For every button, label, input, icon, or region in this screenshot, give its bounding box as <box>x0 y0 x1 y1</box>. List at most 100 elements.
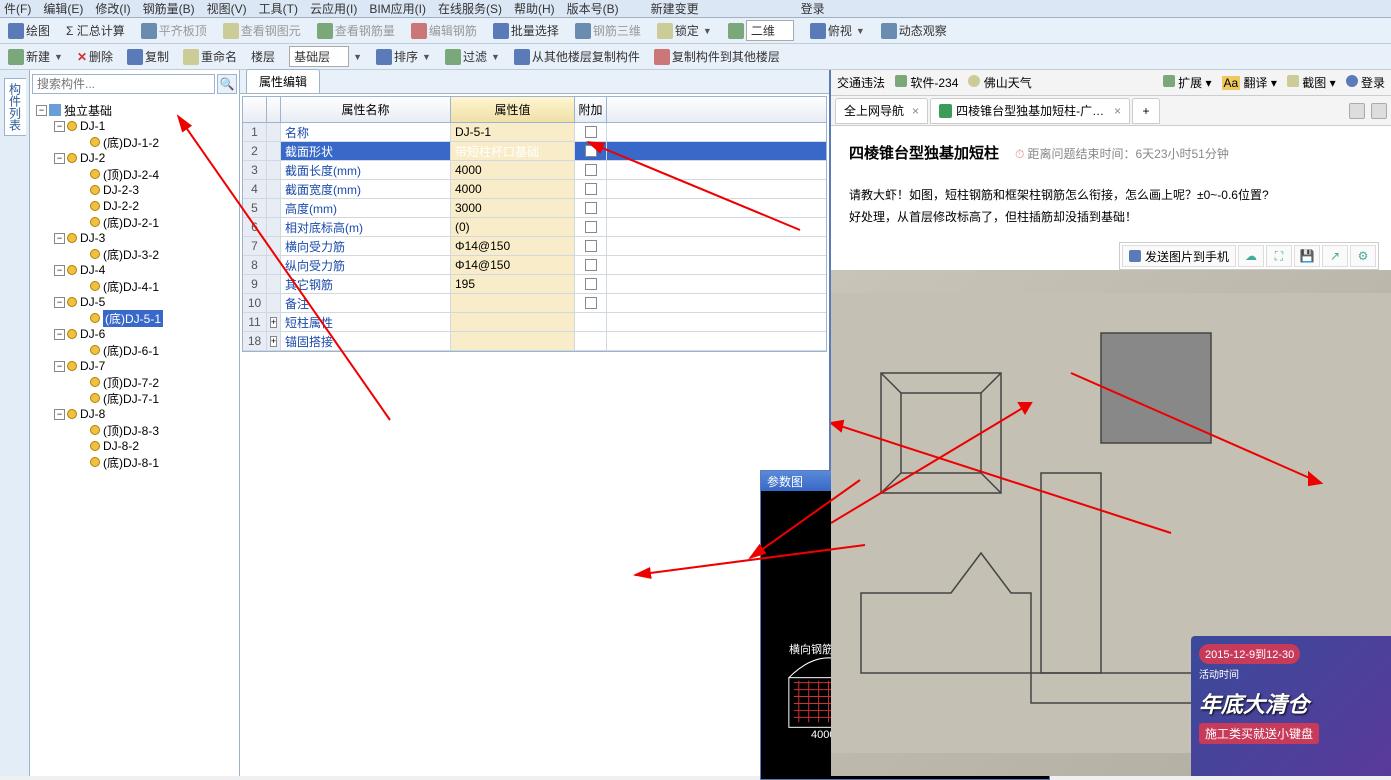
tree-item[interactable]: (底)DJ-1-2 <box>32 134 237 150</box>
link-software[interactable]: 软件-234 <box>895 74 958 91</box>
checkbox[interactable] <box>585 164 597 176</box>
tree-group[interactable]: −DJ-4 <box>32 262 237 278</box>
filter-button[interactable]: 过滤▼ <box>441 46 504 67</box>
tree-item[interactable]: DJ-2-3 <box>32 182 237 198</box>
tab-question[interactable]: 四棱锥台型独基加短柱-广联达× <box>930 98 1130 124</box>
copy-from-floor-button[interactable]: 从其他楼层复制构件 <box>510 46 644 67</box>
menu-modify[interactable]: 修改(I) <box>95 0 130 17</box>
property-row[interactable]: 18 + 锚固搭接 <box>243 332 826 351</box>
rebar-3d-button[interactable]: 钢筋三维 <box>571 20 645 41</box>
property-row[interactable]: 8 纵向受力筋 Φ14@150 <box>243 256 826 275</box>
tree-item[interactable]: (底)DJ-8-1 <box>32 454 237 470</box>
lock-button[interactable]: 锁定▼ <box>653 20 716 41</box>
property-row[interactable]: 7 横向受力筋 Φ14@150 <box>243 237 826 256</box>
tree-item[interactable]: (底)DJ-5-1 <box>32 310 237 326</box>
tree-group[interactable]: −DJ-6 <box>32 326 237 342</box>
expand-icon[interactable]: + <box>270 317 277 328</box>
component-list-tab[interactable]: 构件列表 <box>4 78 26 136</box>
component-tree[interactable]: −独立基础−DJ-1(底)DJ-1-2−DJ-2(顶)DJ-2-4DJ-2-3D… <box>30 98 239 776</box>
edit-rebar-button[interactable]: 编辑钢筋 <box>407 20 481 41</box>
copy-button[interactable]: 复制 <box>123 46 173 67</box>
btn-extensions[interactable]: 扩展 ▾ <box>1163 74 1212 91</box>
property-row[interactable]: 3 截面长度(mm) 4000 <box>243 161 826 180</box>
expand-icon[interactable]: + <box>270 336 277 347</box>
new-tab-button[interactable]: + <box>1132 98 1160 124</box>
menu-online[interactable]: 在线服务(S) <box>438 0 502 17</box>
tab-nav[interactable]: 全上网导航× <box>835 98 928 124</box>
batch-select-button[interactable]: 批量选择 <box>489 20 563 41</box>
checkbox[interactable] <box>585 145 597 157</box>
menu-cloud[interactable]: 云应用(I) <box>310 0 357 17</box>
tree-group[interactable]: −DJ-7 <box>32 358 237 374</box>
search-input[interactable] <box>32 74 215 94</box>
tree-group[interactable]: −DJ-1 <box>32 118 237 134</box>
btn-translate[interactable]: Aa 翻译 ▾ <box>1222 74 1277 91</box>
btn-screenshot[interactable]: 截图 ▾ <box>1287 74 1336 91</box>
menu-rebar[interactable]: 钢筋量(B) <box>143 0 195 17</box>
link-traffic[interactable]: 交通违法 <box>837 74 885 91</box>
tree-item[interactable]: DJ-2-2 <box>32 198 237 214</box>
tree-group[interactable]: −DJ-5 <box>32 294 237 310</box>
dynamic-view-button[interactable]: 动态观察 <box>877 20 951 41</box>
checkbox[interactable] <box>585 221 597 233</box>
menu-edit[interactable]: 编辑(E) <box>43 0 83 17</box>
btn-login[interactable]: 登录 <box>1346 74 1385 91</box>
checkbox[interactable] <box>585 183 597 195</box>
checkbox[interactable] <box>585 126 597 138</box>
menu-login[interactable]: 登录 <box>801 0 825 17</box>
property-row[interactable]: 4 截面宽度(mm) 4000 <box>243 180 826 199</box>
checkbox[interactable] <box>585 240 597 252</box>
tree-group[interactable]: −DJ-3 <box>32 230 237 246</box>
checkbox[interactable] <box>585 202 597 214</box>
tree-item[interactable]: (顶)DJ-7-2 <box>32 374 237 390</box>
menu-version[interactable]: 版本号(B) <box>567 0 619 17</box>
property-row[interactable]: 11 + 短柱属性 <box>243 313 826 332</box>
property-row[interactable]: 1 名称 DJ-5-1 <box>243 123 826 142</box>
search-button[interactable]: 🔍 <box>217 74 237 94</box>
tree-item[interactable]: (底)DJ-7-1 <box>32 390 237 406</box>
property-row[interactable]: 6 相对底标高(m) (0) <box>243 218 826 237</box>
align-button[interactable]: 平齐板顶 <box>137 20 211 41</box>
menu-view[interactable]: 视图(V) <box>207 0 247 17</box>
tab-menu-icon[interactable] <box>1371 103 1387 119</box>
dim-select[interactable]: 二维 <box>724 18 798 43</box>
settings-button[interactable]: ⚙ <box>1350 245 1376 267</box>
floor-select[interactable]: 基础层▼ <box>285 44 366 69</box>
link-weather[interactable]: 佛山天气 <box>968 74 1031 91</box>
sort-button[interactable]: 排序▼ <box>372 46 435 67</box>
advertisement[interactable]: 2015-12-9到12-30 活动时间 年底大清仓 施工类买就送小键盘 <box>1191 636 1391 776</box>
menu-help[interactable]: 帮助(H) <box>514 0 555 17</box>
tree-group[interactable]: −DJ-8 <box>32 406 237 422</box>
menu-tools[interactable]: 工具(T) <box>259 0 298 17</box>
sum-button[interactable]: Σ 汇总计算 <box>62 20 129 41</box>
share-button[interactable]: ↗ <box>1322 245 1348 267</box>
close-icon[interactable]: × <box>912 104 919 118</box>
close-icon[interactable]: × <box>1114 104 1121 118</box>
property-row[interactable]: 2 截面形状 带短柱杯口基础 <box>243 142 826 161</box>
checkbox[interactable] <box>585 278 597 290</box>
new-button[interactable]: 新建▼ <box>4 46 67 67</box>
rebar-qty-button[interactable]: 查看钢筋量 <box>313 20 399 41</box>
menu-bim[interactable]: BIM应用(I) <box>369 0 426 17</box>
tree-item[interactable]: (底)DJ-2-1 <box>32 214 237 230</box>
rename-button[interactable]: 重命名 <box>179 46 241 67</box>
delete-button[interactable]: ✕删除 <box>73 46 117 67</box>
property-row[interactable]: 10 备注 <box>243 294 826 313</box>
property-row[interactable]: 5 高度(mm) 3000 <box>243 199 826 218</box>
tree-item[interactable]: (底)DJ-6-1 <box>32 342 237 358</box>
attached-photo[interactable]: 2015-12-9到12-30 活动时间 年底大清仓 施工类买就送小键盘 <box>831 270 1391 776</box>
restore-tab-icon[interactable] <box>1349 103 1365 119</box>
tree-item[interactable]: (顶)DJ-2-4 <box>32 166 237 182</box>
tree-item[interactable]: (顶)DJ-8-3 <box>32 422 237 438</box>
tree-group[interactable]: −DJ-2 <box>32 150 237 166</box>
draw-button[interactable]: 绘图 <box>4 20 54 41</box>
tree-item[interactable]: (底)DJ-3-2 <box>32 246 237 262</box>
property-row[interactable]: 9 其它钢筋 195 <box>243 275 826 294</box>
tree-item[interactable]: DJ-8-2 <box>32 438 237 454</box>
tree-item[interactable]: (底)DJ-4-1 <box>32 278 237 294</box>
tab-property-edit[interactable]: 属性编辑 <box>246 69 320 93</box>
checkbox[interactable] <box>585 259 597 271</box>
view-element-button[interactable]: 查看钢图元 <box>219 20 305 41</box>
cloud-button[interactable]: ☁ <box>1238 245 1264 267</box>
menu-file[interactable]: 件(F) <box>4 0 31 17</box>
